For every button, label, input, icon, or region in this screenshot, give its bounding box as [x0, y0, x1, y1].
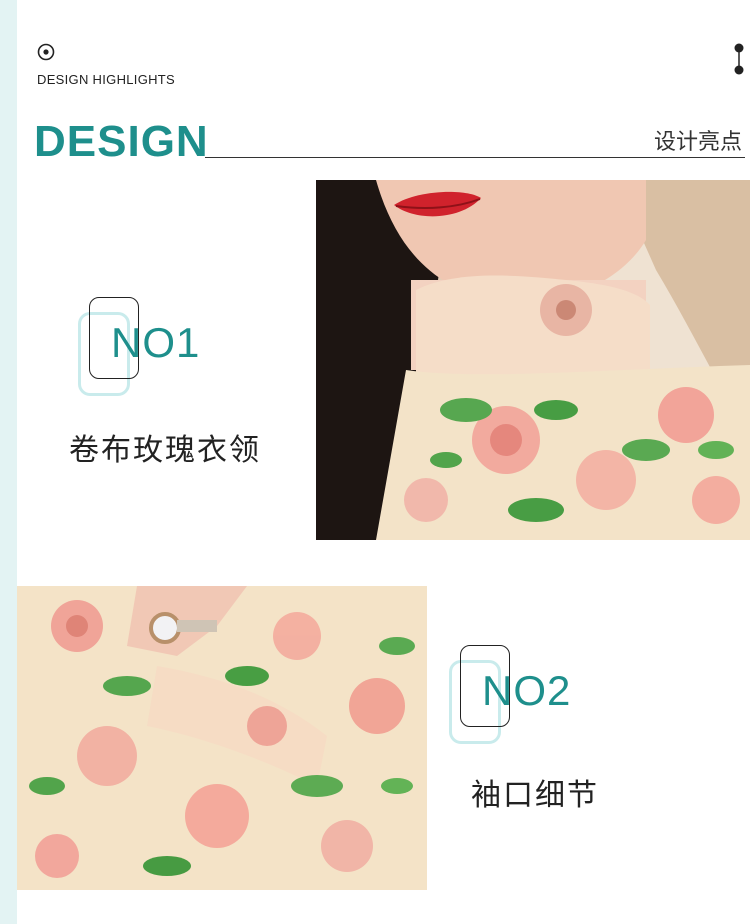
feature-number: NO1 [111, 319, 201, 366]
feature-caption: 卷布玫瑰衣领 [69, 433, 261, 468]
title-divider [205, 157, 745, 158]
feature-number: NO2 [482, 667, 572, 714]
vertical-dots-icon [734, 43, 744, 75]
side-strip [0, 0, 17, 924]
design-highlights-label: DESIGN HIGHLIGHTS [37, 72, 176, 87]
collar-photo [316, 180, 750, 540]
design-title: DESIGN [34, 117, 209, 166]
cuff-photo [17, 586, 427, 890]
feature-1-badge: NO1 [78, 297, 218, 397]
feature-caption: 袖口细节 [471, 778, 599, 813]
design-title-cn: 设计亮点 [653, 130, 742, 155]
feature-2-badge: NO2 [449, 645, 599, 745]
target-icon [37, 43, 55, 61]
